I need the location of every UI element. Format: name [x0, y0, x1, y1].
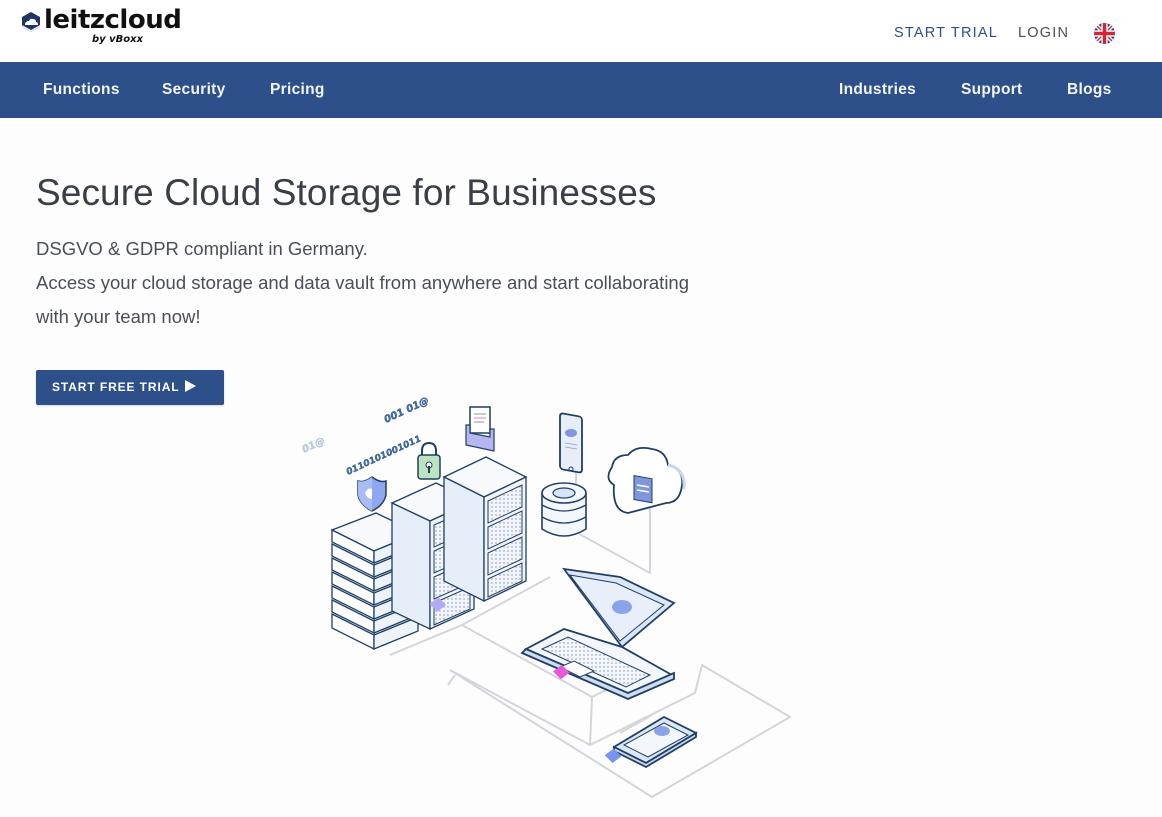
padlock-icon	[417, 441, 441, 480]
nav-pricing[interactable]: Pricing	[270, 81, 325, 99]
brand-name: leitzcloud	[44, 5, 182, 35]
hero-title: Secure Cloud Storage for Businesses	[36, 172, 657, 213]
server-rack-icon-2	[442, 456, 528, 603]
main-nav: Functions Security Pricing Industries Su…	[0, 62, 1162, 118]
top-bar: leitzcloud by vBoxx START TRIAL LOGIN	[0, 0, 1162, 62]
binary-text-2: 001 01@	[383, 395, 431, 425]
document-tray-icon	[465, 406, 495, 452]
hero-subtitle-line-2: Access your cloud storage and data vault…	[36, 272, 690, 293]
logo[interactable]: leitzcloud by vBoxx	[20, 5, 200, 48]
uk-flag-icon[interactable]	[1094, 23, 1115, 44]
smartphone-icon	[559, 412, 583, 474]
start-trial-link[interactable]: START TRIAL	[894, 25, 998, 41]
binary-text-3: 0110101001011	[345, 434, 423, 477]
cloud-save-icon	[607, 446, 686, 514]
nav-functions[interactable]: Functions	[43, 81, 120, 99]
database-icon	[541, 482, 587, 537]
nav-blogs[interactable]: Blogs	[1067, 81, 1112, 99]
brand-tagline: by vBoxx	[92, 34, 144, 45]
cta-label: START FREE TRIAL	[52, 380, 180, 394]
nav-support[interactable]: Support	[961, 81, 1023, 99]
hero-subtitle-line-1: DSGVO & GDPR compliant in Germany.	[36, 238, 368, 259]
nav-security[interactable]: Security	[162, 81, 226, 99]
binary-text-1: 01@	[301, 436, 327, 456]
login-link[interactable]: LOGIN	[1018, 25, 1069, 41]
laptop-icon	[520, 567, 676, 700]
play-arrow-icon	[185, 380, 196, 392]
hero-illustration: 01@ 001 01@ 0110101001011	[300, 395, 791, 798]
logo-hexagon-icon	[22, 12, 40, 32]
nav-industries[interactable]: Industries	[839, 81, 916, 99]
tablet-icon	[612, 715, 698, 769]
hero-subtitle-line-3: with your team now!	[36, 306, 201, 327]
start-free-trial-button[interactable]: START FREE TRIAL	[36, 370, 224, 405]
shield-icon	[357, 476, 387, 512]
binary-texts: 01@ 001 01@ 0110101001011	[300, 395, 431, 478]
